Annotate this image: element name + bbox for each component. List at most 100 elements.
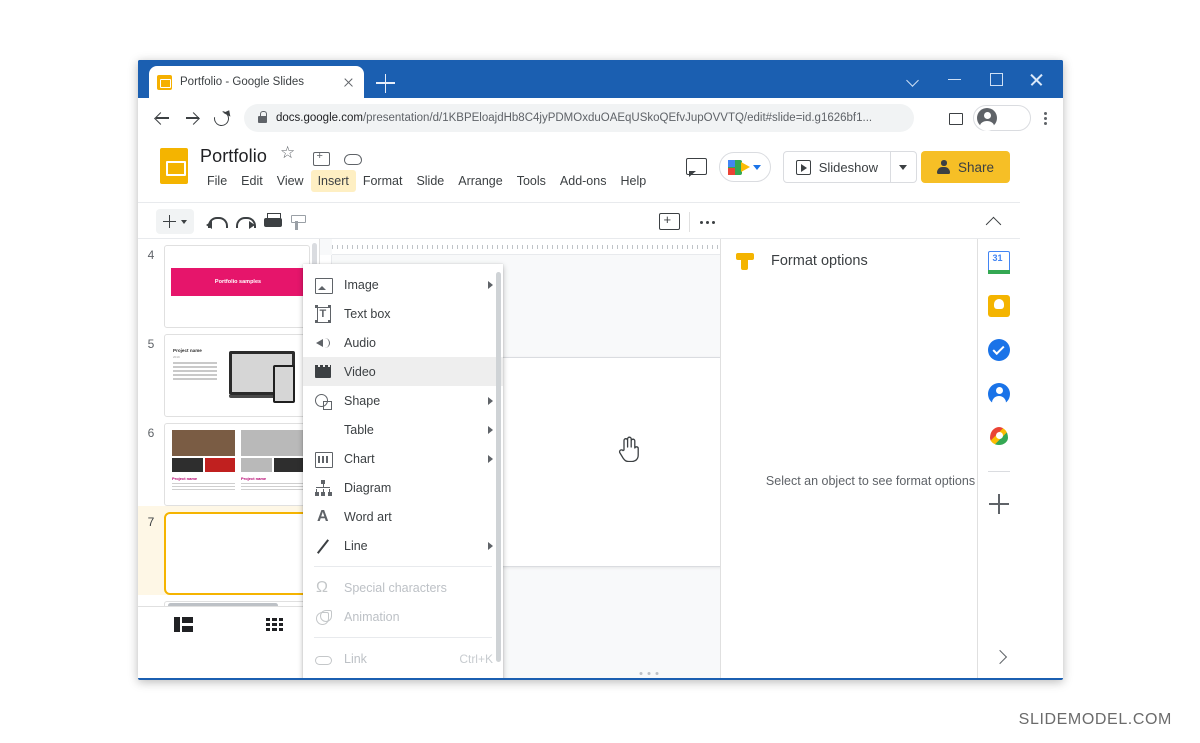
editor-body: 4 Portfolio samples 5 Project name 2019 (138, 239, 1020, 678)
photo-column-left: Project name (172, 430, 235, 490)
insert-menu-dropdown[interactable]: Image Text box Audio Video Sh (303, 264, 503, 678)
thumb-subtitle: 2019 (173, 355, 180, 359)
textbox-icon (314, 305, 332, 323)
slideshow-label: Slideshow (819, 160, 878, 175)
url-path: /presentation/d/1KBPEloajdHb8C4jyPDMOxdu… (363, 112, 872, 124)
chevron-down-icon[interactable] (893, 60, 934, 98)
window-controls (893, 60, 1057, 98)
menu-arrange[interactable]: Arrange (451, 170, 509, 192)
menu-item-animation: Animation (303, 602, 503, 631)
maximize-icon[interactable] (975, 60, 1016, 98)
menu-edit[interactable]: Edit (234, 170, 270, 192)
photo-column-right: Project name (241, 430, 304, 490)
menu-view[interactable]: View (270, 170, 311, 192)
tab-strip: Portfolio - Google Slides (138, 60, 1063, 98)
slide-filmstrip[interactable]: 4 Portfolio samples 5 Project name 2019 (138, 239, 320, 642)
menu-item-label: Audio (344, 336, 493, 350)
page-content: Portfolio File Edit View Insert Format S… (138, 138, 1063, 678)
menu-item-label: Text box (344, 307, 493, 321)
address-bar[interactable]: docs.google.com/presentation/d/1KBPEloaj… (244, 104, 914, 132)
slideshow-button[interactable]: Slideshow (783, 151, 891, 183)
video-icon (314, 363, 332, 381)
speaker-notes-handle[interactable] (639, 672, 658, 675)
back-icon[interactable] (146, 103, 176, 133)
menu-item-text-box[interactable]: Text box (303, 299, 503, 328)
slides-header: Portfolio File Edit View Insert Format S… (138, 138, 1020, 202)
menu-separator (314, 637, 492, 638)
collapse-toolbar-icon[interactable] (984, 212, 1004, 232)
menu-file[interactable]: File (200, 170, 234, 192)
new-slide-button[interactable] (156, 209, 194, 234)
menu-format[interactable]: Format (356, 170, 410, 192)
google-keep-icon[interactable] (988, 295, 1010, 317)
slide-preview[interactable]: Portfolio samples (164, 245, 310, 328)
profile-button[interactable] (973, 105, 1031, 131)
menu-item-word-art[interactable]: Word art (303, 502, 503, 531)
menu-item-shape[interactable]: Shape (303, 386, 503, 415)
menu-help[interactable]: Help (613, 170, 653, 192)
menu-item-table[interactable]: Table (303, 415, 503, 444)
caption-lines (172, 483, 235, 490)
slide-preview[interactable]: Project name Project name (164, 423, 310, 506)
menu-item-image[interactable]: Image (303, 270, 503, 299)
diagram-icon (314, 479, 332, 497)
star-icon[interactable] (281, 149, 298, 166)
google-slides-logo-icon[interactable] (160, 148, 188, 184)
google-maps-icon[interactable] (990, 427, 1008, 449)
google-contacts-icon[interactable] (988, 383, 1010, 405)
comment-history-icon[interactable] (685, 156, 707, 178)
menu-item-video[interactable]: Video (303, 357, 503, 386)
menu-item-label: Animation (344, 610, 493, 624)
menu-item-audio[interactable]: Audio (303, 328, 503, 357)
menu-item-label: Chart (344, 452, 488, 466)
slideshow-options-button[interactable] (891, 151, 917, 183)
menu-slide[interactable]: Slide (409, 170, 451, 192)
slide-preview[interactable] (164, 512, 310, 595)
google-calendar-icon[interactable] (988, 251, 1010, 273)
undo-icon[interactable] (206, 211, 228, 233)
more-icon[interactable] (696, 210, 720, 234)
cast-icon[interactable] (942, 105, 968, 131)
slide-thumbnail-5[interactable]: 5 Project name 2019 (138, 328, 319, 417)
slide-thumbnail-4[interactable]: 4 Portfolio samples (138, 239, 319, 328)
get-addons-button[interactable] (989, 494, 1009, 514)
close-icon[interactable] (1016, 60, 1057, 98)
filmstrip-view-icon (174, 617, 193, 632)
menu-item-label: Word art (344, 510, 493, 524)
title-actions (281, 149, 360, 166)
browser-tab[interactable]: Portfolio - Google Slides (149, 66, 364, 98)
tab-close-icon[interactable] (340, 74, 356, 90)
redo-icon[interactable] (234, 211, 256, 233)
slide-preview[interactable]: Project name 2019 (164, 334, 310, 417)
chart-icon (314, 450, 332, 468)
minimize-icon[interactable] (934, 60, 975, 98)
document-title[interactable]: Portfolio (200, 146, 267, 167)
forward-icon[interactable] (176, 103, 206, 133)
paint-format-icon[interactable] (289, 211, 311, 233)
slide-thumbnail-7[interactable]: 7 (138, 506, 319, 595)
slide-thumbnail-6[interactable]: 6 Project name Project na (138, 417, 319, 506)
filmstrip-view-button[interactable] (138, 617, 229, 632)
menu-tools[interactable]: Tools (510, 170, 553, 192)
chrome-menu-icon[interactable] (1034, 105, 1056, 131)
reload-icon[interactable] (208, 105, 234, 131)
menu-item-label: Image (344, 278, 488, 292)
menu-item-diagram[interactable]: Diagram (303, 473, 503, 502)
share-button[interactable]: Share (921, 151, 1010, 183)
google-meet-button[interactable] (719, 152, 771, 182)
cloud-status-icon[interactable] (343, 149, 360, 166)
add-comment-icon[interactable] (657, 210, 681, 234)
chevron-right-icon[interactable] (990, 648, 1008, 666)
menu-scrollbar[interactable] (496, 272, 501, 662)
print-icon[interactable] (262, 211, 284, 233)
url-text: docs.google.com/presentation/d/1KBPEloaj… (276, 112, 872, 124)
move-to-folder-icon[interactable] (312, 149, 329, 166)
menu-addons[interactable]: Add-ons (553, 170, 614, 192)
menu-insert[interactable]: Insert (311, 170, 356, 192)
slide-number: 7 (138, 512, 164, 595)
menu-item-chart[interactable]: Chart (303, 444, 503, 473)
google-tasks-icon[interactable] (988, 339, 1010, 361)
watermark: SLIDEMODEL.COM (1019, 711, 1172, 729)
new-tab-button[interactable] (376, 73, 396, 93)
menu-item-line[interactable]: Line (303, 531, 503, 560)
